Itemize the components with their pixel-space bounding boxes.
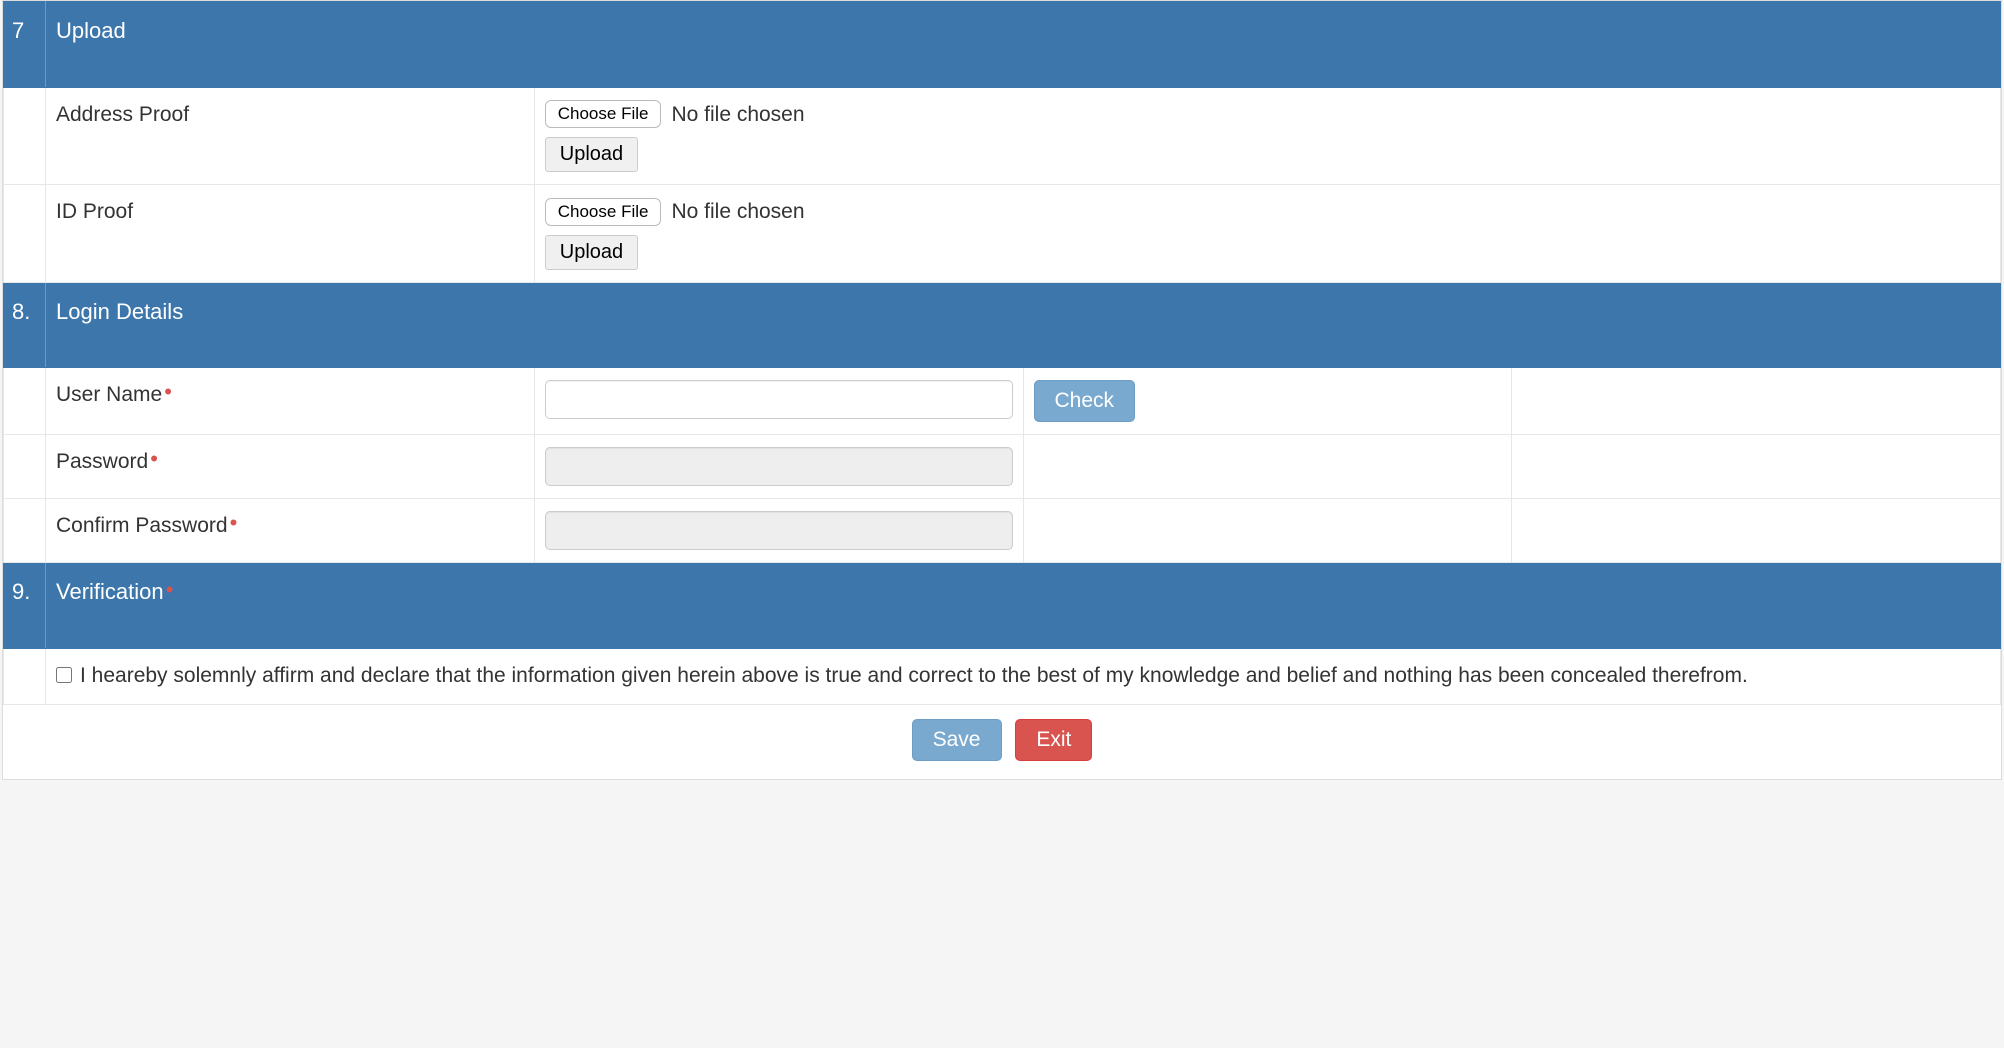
section-number-upload: 7 [4,2,46,88]
label-confirm-password: Confirm Password• [46,499,535,563]
field-password [534,435,1023,499]
row-username: User Name• Check [4,368,2001,435]
upload-button-address-proof[interactable]: Upload [545,137,638,172]
declaration-checkbox[interactable] [56,667,72,683]
file-status-id-proof: No file chosen [671,197,804,226]
field-username [534,368,1023,435]
field-id-proof: Choose File No file chosen Upload [534,185,2000,282]
file-status-address-proof: No file chosen [671,100,804,129]
check-button[interactable]: Check [1034,380,1136,422]
section-title-verification: Verification• [46,563,2001,649]
row-password: Password• [4,435,2001,499]
form-table: 7 Upload Address Proof Choose File No fi… [3,1,2001,705]
row-confirm-password: Confirm Password• [4,499,2001,563]
field-confirm-password [534,499,1023,563]
row-id-proof: ID Proof Choose File No file chosen Uplo… [4,185,2001,282]
required-marker: • [166,577,174,602]
field-address-proof: Choose File No file chosen Upload [534,87,2000,184]
upload-button-id-proof[interactable]: Upload [545,235,638,270]
label-address-proof: Address Proof [46,87,535,184]
declaration-label[interactable]: I heareby solemnly affirm and declare th… [56,661,1990,691]
required-marker: • [164,379,172,404]
exit-button[interactable]: Exit [1015,719,1092,761]
section-title-upload: Upload [46,2,2001,88]
section-header-upload: 7 Upload [4,2,2001,88]
label-id-proof: ID Proof [46,185,535,282]
save-button[interactable]: Save [912,719,1002,761]
choose-file-id-proof[interactable]: Choose File [545,198,662,226]
declaration-text: I heareby solemnly affirm and declare th… [80,661,1748,691]
confirm-password-input[interactable] [545,511,1013,550]
password-input[interactable] [545,447,1013,486]
required-marker: • [150,446,158,471]
section-header-verification: 9. Verification• [4,563,2001,649]
label-password: Password• [46,435,535,499]
row-declaration: I heareby solemnly affirm and declare th… [4,649,2001,704]
choose-file-address-proof[interactable]: Choose File [545,100,662,128]
cell-check: Check [1023,368,1512,435]
row-address-proof: Address Proof Choose File No file chosen… [4,87,2001,184]
username-input[interactable] [545,380,1013,419]
form-container: 7 Upload Address Proof Choose File No fi… [2,0,2002,780]
section-number-login: 8. [4,282,46,368]
required-marker: • [230,510,238,535]
action-bar: Save Exit [3,705,2001,779]
section-title-login: Login Details [46,282,2001,368]
section-header-login: 8. Login Details [4,282,2001,368]
label-username: User Name• [46,368,535,435]
section-number-verification: 9. [4,563,46,649]
